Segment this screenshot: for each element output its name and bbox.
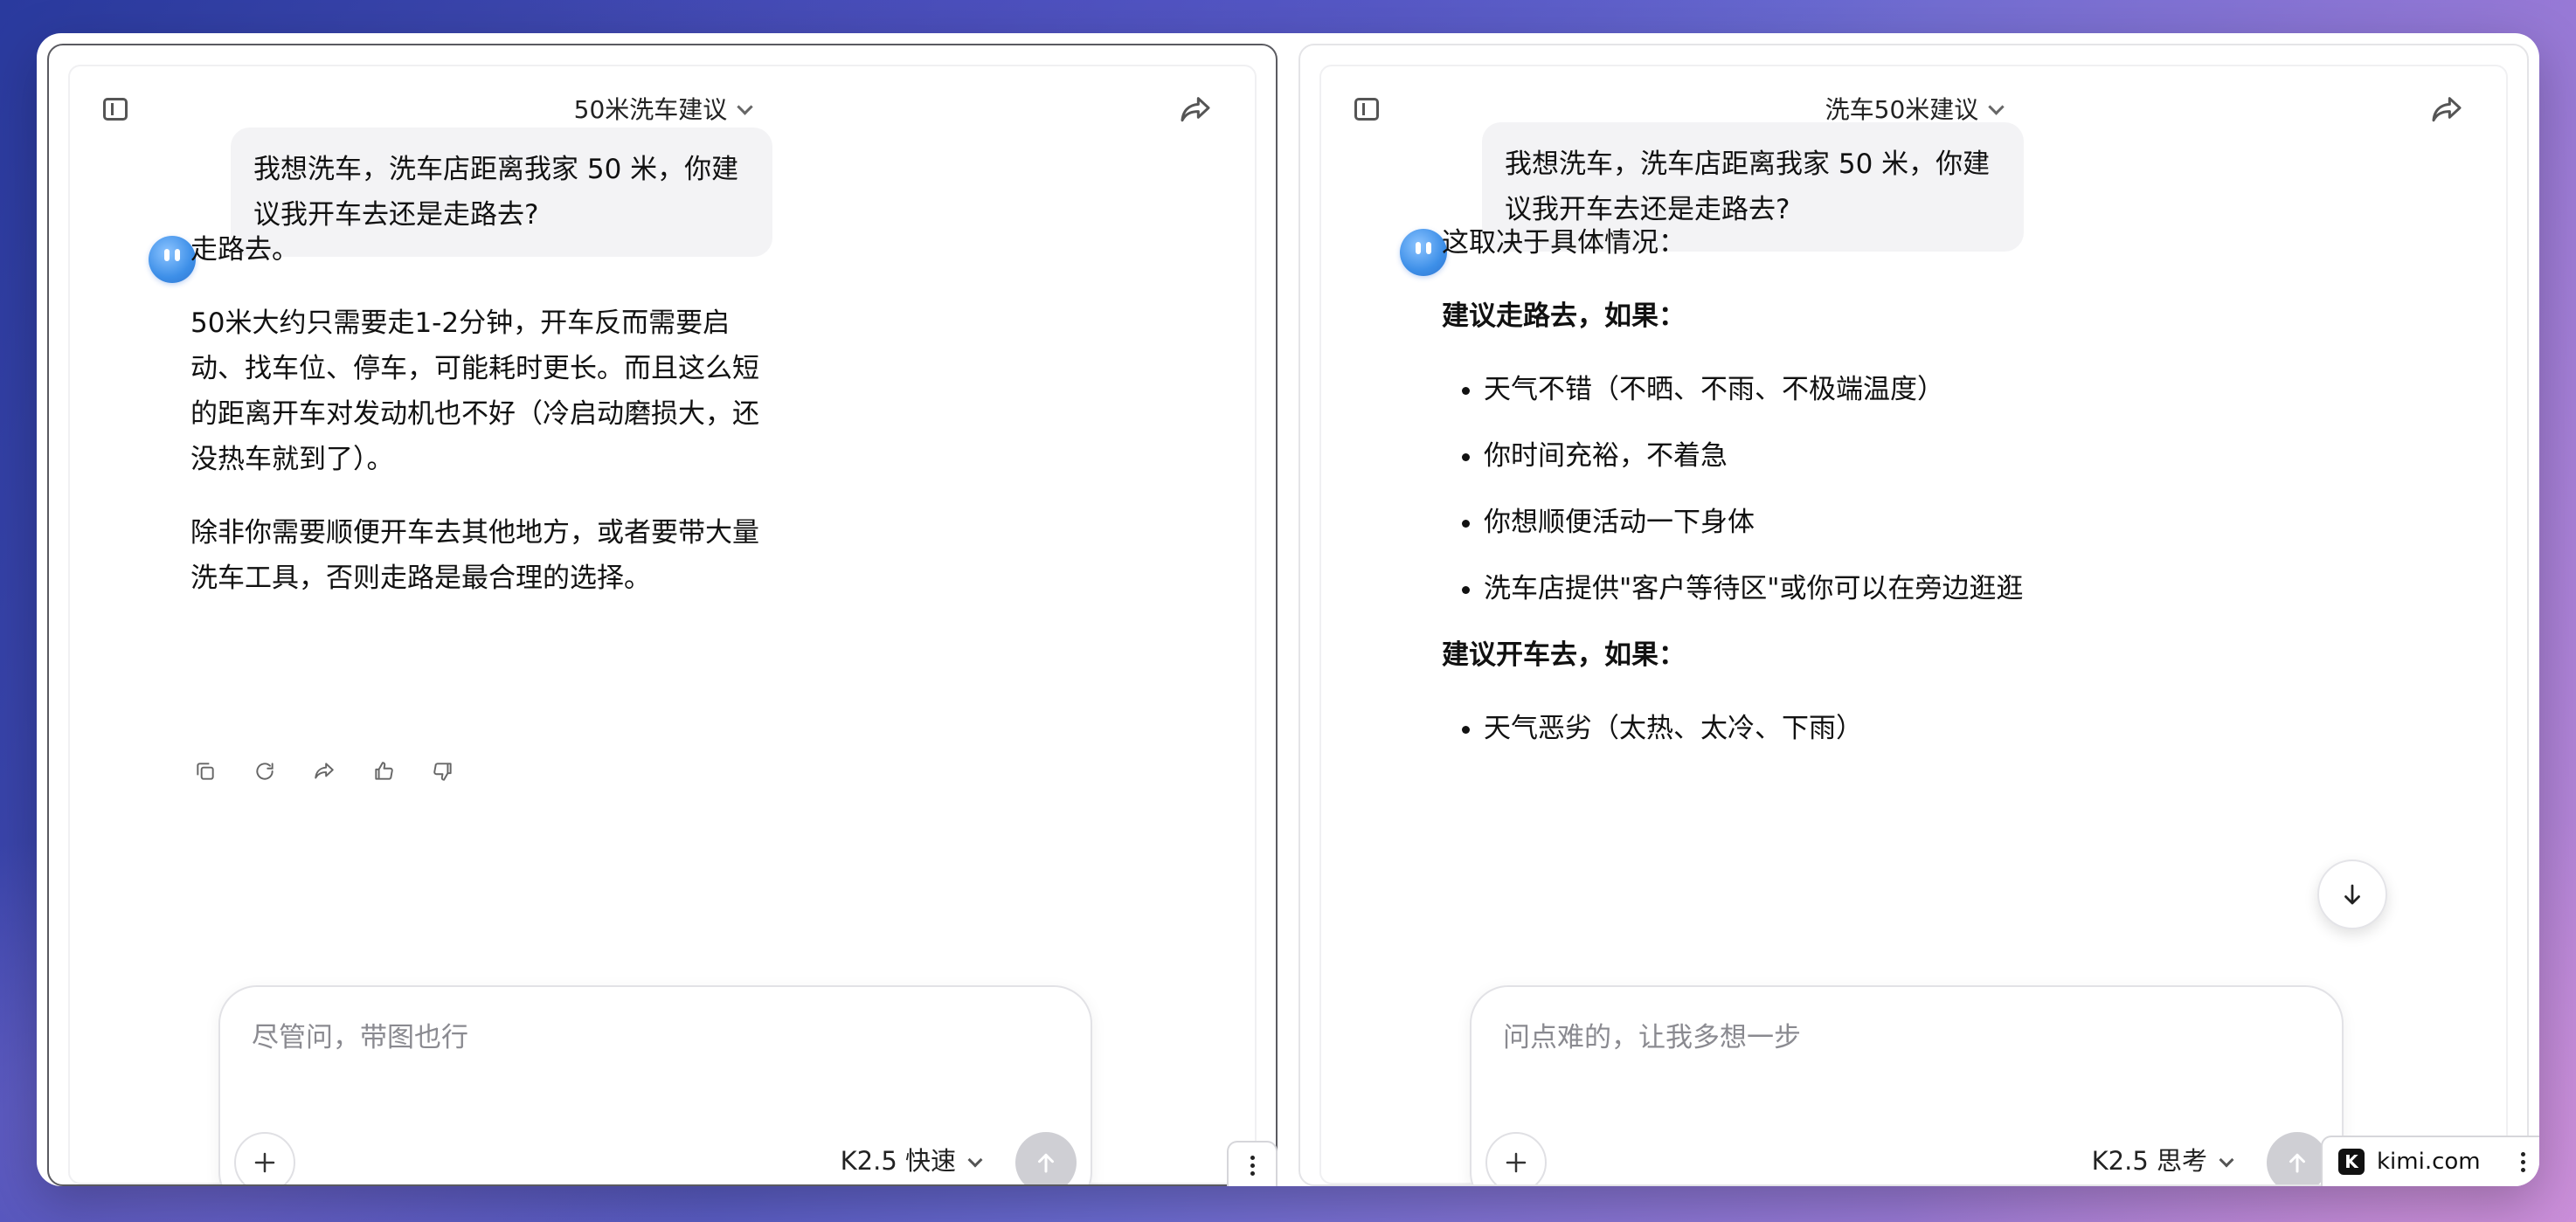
share-icon[interactable]: [309, 756, 339, 786]
walk-heading: 建议走路去，如果：: [1442, 300, 1686, 332]
send-button[interactable]: [1015, 1132, 1077, 1184]
chevron-down-icon: [737, 99, 754, 115]
list-item: 天气恶劣（太热、太冷、下雨）: [1484, 706, 2071, 751]
chevron-down-icon: [967, 1152, 983, 1168]
chat-input[interactable]: [250, 1006, 1061, 1069]
thumbs-up-icon[interactable]: [369, 756, 398, 786]
drive-list: 天气恶劣（太热、太冷、下雨）: [1442, 706, 2071, 751]
left-chat-panel: 50米洗车建议 我想洗车，洗车店距离我家 50 米，你建议我开车去还是走路去? …: [68, 65, 1257, 1184]
kimi-logo-icon: K: [2338, 1149, 2365, 1175]
add-attachment-button[interactable]: [234, 1132, 295, 1184]
model-selector-label: K2.5 思考: [2091, 1146, 2207, 1176]
add-attachment-button[interactable]: [1485, 1132, 1547, 1184]
left-pane-more-button[interactable]: [1227, 1141, 1278, 1186]
watermark-more-button[interactable]: [2521, 1151, 2525, 1172]
chevron-down-icon: [1988, 99, 2005, 115]
right-composer: K2.5 思考: [1470, 985, 2344, 1184]
regenerate-icon[interactable]: [250, 756, 280, 786]
share-icon[interactable]: [1178, 93, 1213, 128]
kimi-watermark: K kimi.com: [2321, 1136, 2539, 1186]
list-item: 洗车店提供"客户等待区"或你可以在旁边逛逛: [1484, 566, 2071, 611]
watermark-text: kimi.com: [2377, 1149, 2481, 1175]
walk-list: 天气不错（不晒、不雨、不极端温度） 你时间充裕，不着急 你想顺便活动一下身体 洗…: [1442, 367, 2071, 611]
model-selector[interactable]: K2.5 快速: [840, 1141, 983, 1177]
more-vertical-icon: [2521, 1151, 2525, 1172]
right-assistant-answer: 这取决于具体情况： 建议走路去，如果： 天气不错（不晒、不雨、不极端温度） 你时…: [1442, 220, 2071, 772]
left-title-text: 50米洗车建议: [573, 95, 728, 124]
model-selector[interactable]: K2.5 思考: [2091, 1141, 2234, 1177]
list-item: 你想顺便活动一下身体: [1484, 500, 2071, 545]
chevron-down-icon: [2219, 1152, 2234, 1168]
answer-paragraph: 50米大约只需要走1-2分钟，开车反而需要启动、找车位、停车，可能耗时更长。而且…: [190, 307, 759, 475]
thumbs-down-icon[interactable]: [428, 756, 458, 786]
app-window: 50米洗车建议 我想洗车，洗车店距离我家 50 米，你建议我开车去还是走路去? …: [37, 33, 2539, 1186]
list-item: 你时间充裕，不着急: [1484, 433, 2071, 479]
more-vertical-icon: [1250, 1155, 1255, 1176]
share-icon[interactable]: [2429, 93, 2464, 128]
drive-heading: 建议开车去，如果：: [1442, 639, 1686, 671]
message-actions: [190, 756, 458, 786]
copy-icon[interactable]: [190, 756, 220, 786]
right-chat-pane: 洗车50米建议 我想洗车，洗车店距离我家 50 米，你建议我开车去还是走路去? …: [1298, 44, 2529, 1186]
left-composer: K2.5 快速: [218, 985, 1092, 1184]
answer-paragraph: 走路去。: [190, 234, 299, 266]
answer-intro: 这取决于具体情况：: [1442, 227, 1686, 259]
answer-paragraph: 除非你需要顺便开车去其他地方，或者要带大量洗车工具，否则走路是最合理的选择。: [190, 517, 759, 594]
assistant-avatar: [1400, 229, 1447, 276]
model-selector-label: K2.5 快速: [840, 1146, 956, 1176]
left-chat-pane: 50米洗车建议 我想洗车，洗车店距离我家 50 米，你建议我开车去还是走路去? …: [47, 44, 1278, 1186]
send-button[interactable]: [2267, 1132, 2328, 1184]
right-chat-panel: 洗车50米建议 我想洗车，洗车店距离我家 50 米，你建议我开车去还是走路去? …: [1319, 65, 2508, 1184]
right-title-text: 洗车50米建议: [1825, 95, 1979, 124]
list-item: 天气不错（不晒、不雨、不极端温度）: [1484, 367, 2071, 412]
left-assistant-answer: 走路去。 50米大约只需要走1-2分钟，开车反而需要启动、找车位、停车，可能耗时…: [190, 227, 776, 629]
scroll-to-bottom-button[interactable]: [2317, 860, 2387, 929]
chat-input[interactable]: [1501, 1006, 2312, 1069]
left-conversation-title[interactable]: 50米洗车建议: [70, 91, 1255, 126]
assistant-avatar: [149, 236, 196, 283]
right-conversation-title[interactable]: 洗车50米建议: [1321, 91, 2506, 126]
